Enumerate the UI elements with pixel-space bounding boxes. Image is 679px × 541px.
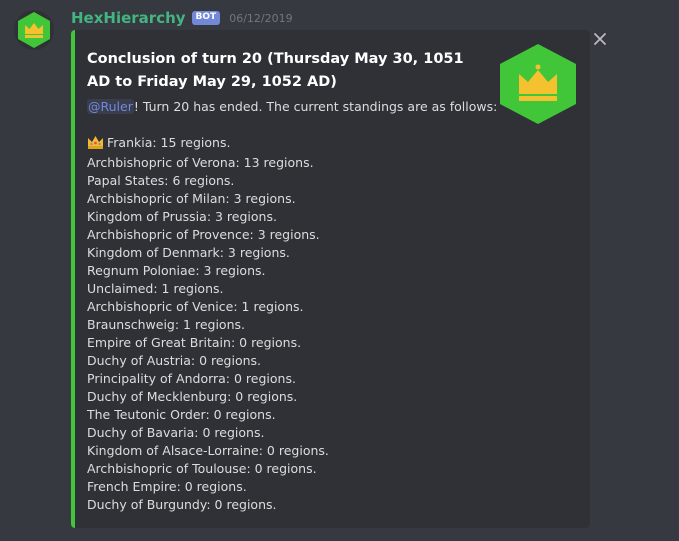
list-item: Archbishopric of Venice: 1 regions. bbox=[87, 299, 304, 314]
embed-title: Conclusion of turn 20 (Thursday May 30, … bbox=[87, 51, 464, 90]
intro-line: @Ruler! Turn 20 has ended. The current s… bbox=[87, 98, 507, 116]
list-item: Kingdom of Alsace-Lorraine: 0 regions. bbox=[87, 443, 329, 458]
scrollbar[interactable] bbox=[671, 0, 679, 541]
list-item: The Teutonic Order: 0 regions. bbox=[87, 407, 276, 422]
embed-thumbnail[interactable] bbox=[498, 43, 578, 125]
ruler-mention[interactable]: @Ruler bbox=[87, 99, 134, 114]
list-item: Archbishopric of Milan: 3 regions. bbox=[87, 191, 296, 206]
list-item: Archbishopric of Verona: 13 regions. bbox=[87, 155, 314, 170]
list-item: Archbishopric of Provence: 3 regions. bbox=[87, 227, 320, 242]
bot-avatar[interactable] bbox=[14, 10, 54, 50]
close-button[interactable] bbox=[592, 31, 608, 47]
list-item: Archbishopric of Toulouse: 0 regions. bbox=[87, 461, 317, 476]
list-item: Duchy of Bavaria: 0 regions. bbox=[87, 425, 265, 440]
list-item: French Empire: 0 regions. bbox=[87, 479, 247, 494]
timestamp: 06/12/2019 bbox=[229, 11, 293, 25]
close-icon bbox=[594, 33, 606, 45]
list-item: Papal States: 6 regions. bbox=[87, 173, 235, 188]
bot-badge: BOT bbox=[191, 11, 221, 25]
list-item: Regnum Poloniae: 3 regions. bbox=[87, 263, 266, 278]
list-item: Principality of Andorra: 0 regions. bbox=[87, 371, 296, 386]
list-item: Duchy of Burgundy: 0 regions. bbox=[87, 497, 277, 512]
intro-text: ! Turn 20 has ended. The current standin… bbox=[133, 99, 498, 114]
crown-hexagon-icon bbox=[500, 44, 576, 124]
list-item: Braunschweig: 1 regions. bbox=[87, 317, 245, 332]
username[interactable]: HexHierarchy bbox=[71, 9, 186, 27]
list-item: Empire of Great Britain: 0 regions. bbox=[87, 335, 302, 350]
standings-list: Frankia: 15 regions. Archbishopric of Ve… bbox=[87, 134, 507, 514]
list-item: Frankia: 15 regions. bbox=[87, 134, 507, 154]
crown-emoji-icon bbox=[87, 135, 104, 154]
message-embed: Conclusion of turn 20 (Thursday May 30, … bbox=[71, 30, 590, 528]
standing-text: Frankia: 15 regions. bbox=[107, 135, 231, 150]
crown-hexagon-icon bbox=[18, 12, 50, 48]
message-header: HexHierarchy BOT 06/12/2019 bbox=[71, 8, 293, 28]
list-item: Unclaimed: 1 regions. bbox=[87, 281, 224, 296]
list-item: Kingdom of Prussia: 3 regions. bbox=[87, 209, 277, 224]
list-item: Kingdom of Denmark: 3 regions. bbox=[87, 245, 290, 260]
list-item: Duchy of Austria: 0 regions. bbox=[87, 353, 262, 368]
embed-description: @Ruler! Turn 20 has ended. The current s… bbox=[87, 98, 507, 514]
list-item: Duchy of Mecklenburg: 0 regions. bbox=[87, 389, 298, 404]
